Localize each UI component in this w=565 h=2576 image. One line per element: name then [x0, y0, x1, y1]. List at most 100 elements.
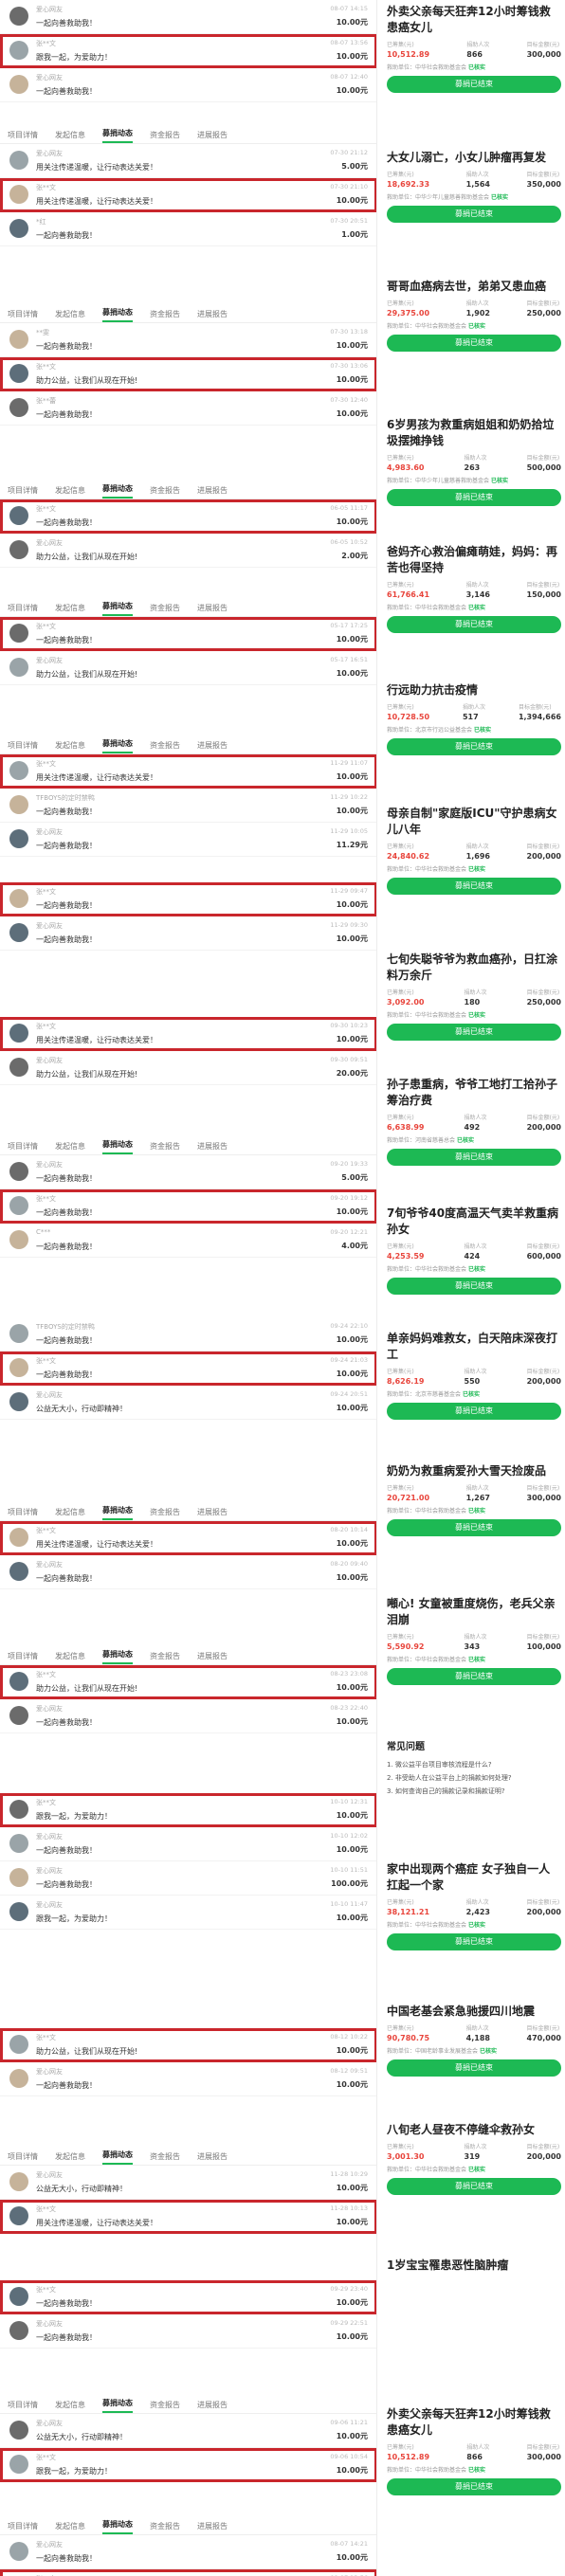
donation-ended-button[interactable]: 募捐已结束 — [387, 76, 561, 93]
donation-row: 爱心网友 一起向善救助我！ 08-23 22:40 10.00元 — [0, 1699, 376, 1733]
faq-item[interactable]: 3. 如何查询自己的捐款记录和捐款证明? — [387, 1785, 561, 1798]
tab-3[interactable]: 资金报告 — [150, 1141, 180, 1154]
tab-2[interactable]: 募捐动态 — [102, 1649, 133, 1664]
donation-amount: 1.00元 — [341, 230, 368, 239]
tab-3[interactable]: 资金报告 — [150, 740, 180, 753]
tab-2[interactable]: 募捐动态 — [102, 601, 133, 616]
donation-amount: 10.00元 — [336, 1914, 368, 1922]
tab-3[interactable]: 资金报告 — [150, 603, 180, 616]
donation-ended-button[interactable]: 募捐已结束 — [387, 2478, 561, 2495]
tab-0[interactable]: 项目详情 — [8, 2521, 38, 2534]
tab-1[interactable]: 发起信息 — [55, 309, 85, 322]
tab-2[interactable]: 募捐动态 — [102, 1505, 133, 1520]
donation-time: 08-12 10:22 — [330, 2033, 368, 2041]
project-card: 单亲妈妈难救女，白天陪床深夜打工 已筹集(元) 8,626.19 捐助人次 550 目标金… — [383, 1327, 565, 1420]
donation-ended-button[interactable]: 募捐已结束 — [387, 206, 561, 223]
tab-0[interactable]: 项目详情 — [8, 1507, 38, 1520]
donation-ended-button[interactable]: 募捐已结束 — [387, 489, 561, 506]
project-stats: 已筹集(元) 20,721.00 捐助人次 1,267 目标金额(元) 300,000 — [383, 1479, 565, 1502]
project-source: 救助单位：中华社会救助基金会 已核实 — [383, 1502, 565, 1515]
tab-3[interactable]: 资金报告 — [150, 130, 180, 143]
tab-4[interactable]: 进展报告 — [197, 603, 228, 616]
tab-2[interactable]: 募捐动态 — [102, 128, 133, 143]
tab-0[interactable]: 项目详情 — [8, 485, 38, 499]
tab-0[interactable]: 项目详情 — [8, 309, 38, 322]
tab-4[interactable]: 进展报告 — [197, 1651, 228, 1664]
tab-3[interactable]: 资金报告 — [150, 485, 180, 499]
highlighted-donation-row: 张**文跟我一起，为爱助力！ 08-07 13:56 10.00元 — [0, 34, 376, 68]
tab-0[interactable]: 项目详情 — [8, 1141, 38, 1154]
project-stats: 已筹集(元) 10,512.89 捐助人次 866 目标金额(元) 300,000 — [383, 36, 565, 59]
donation-message: 一起向善救助我！ — [36, 2554, 97, 2563]
tab-2[interactable]: 募捐动态 — [102, 2150, 133, 2165]
donation-ended-button[interactable]: 募捐已结束 — [387, 738, 561, 755]
tab-4[interactable]: 进展报告 — [197, 2151, 228, 2165]
tab-1[interactable]: 发起信息 — [55, 2400, 85, 2413]
donation-ended-button[interactable]: 募捐已结束 — [387, 1668, 561, 1685]
donation-ended-button[interactable]: 募捐已结束 — [387, 1403, 561, 1420]
tab-3[interactable]: 资金报告 — [150, 2521, 180, 2534]
tab-4[interactable]: 进展报告 — [197, 2521, 228, 2534]
tab-0[interactable]: 项目详情 — [8, 740, 38, 753]
donation-ended-button[interactable]: 募捐已结束 — [387, 878, 561, 895]
tab-2[interactable]: 募捐动态 — [102, 2519, 133, 2534]
tab-3[interactable]: 资金报告 — [150, 2151, 180, 2165]
stat-raised: 已筹集(元) 20,721.00 — [387, 1483, 429, 1502]
tab-3[interactable]: 资金报告 — [150, 2400, 180, 2413]
faq-item[interactable]: 2. 非受助人在公益平台上的捐款如何处理? — [387, 1771, 561, 1785]
avatar — [9, 889, 28, 908]
stat-target: 目标金额(元) 250,000 — [527, 988, 561, 1007]
donation-panel: 张**文 一起向善救助我！ 09-29 23:40 10.00元 爱心网友 一起向善救助我… — [0, 2280, 376, 2349]
donation-row: 爱心网友 用关注传递温暖，让行动表达关爱！ 07-30 21:12 5.00元 — [0, 144, 376, 178]
tab-3[interactable]: 资金报告 — [150, 1507, 180, 1520]
tab-2[interactable]: 募捐动态 — [102, 1139, 133, 1154]
tab-3[interactable]: 资金报告 — [150, 1651, 180, 1664]
tab-1[interactable]: 发起信息 — [55, 2151, 85, 2165]
tab-4[interactable]: 进展报告 — [197, 1507, 228, 1520]
tab-1[interactable]: 发起信息 — [55, 603, 85, 616]
tab-1[interactable]: 发起信息 — [55, 1141, 85, 1154]
verified-badge: 已核实 — [467, 605, 485, 611]
tab-2[interactable]: 募捐动态 — [102, 2398, 133, 2413]
tab-1[interactable]: 发起信息 — [55, 130, 85, 143]
tab-0[interactable]: 项目详情 — [8, 2151, 38, 2165]
project-title: 外卖父亲每天狂奔12小时筹钱救患癌女儿 — [387, 5, 551, 34]
tab-4[interactable]: 进展报告 — [197, 740, 228, 753]
donation-ended-button[interactable]: 募捐已结束 — [387, 335, 561, 352]
tab-4[interactable]: 进展报告 — [197, 130, 228, 143]
donation-ended-button[interactable]: 募捐已结束 — [387, 1519, 561, 1536]
tab-2[interactable]: 募捐动态 — [102, 738, 133, 753]
tab-1[interactable]: 发起信息 — [55, 2521, 85, 2534]
tab-1[interactable]: 发起信息 — [55, 1507, 85, 1520]
tab-0[interactable]: 项目详情 — [8, 130, 38, 143]
donation-ended-button[interactable]: 募捐已结束 — [387, 2178, 561, 2195]
donation-time: 08-12 09:51 — [330, 2067, 368, 2075]
tab-4[interactable]: 进展报告 — [197, 1141, 228, 1154]
tab-1[interactable]: 发起信息 — [55, 485, 85, 499]
donor-name: 爱心网友 — [36, 150, 63, 157]
tab-1[interactable]: 发起信息 — [55, 1651, 85, 1664]
donation-ended-button[interactable]: 募捐已结束 — [387, 1149, 561, 1166]
avatar — [9, 506, 28, 525]
tab-0[interactable]: 项目详情 — [8, 2400, 38, 2413]
stat-value: 1,564 — [465, 180, 490, 189]
tab-3[interactable]: 资金报告 — [150, 309, 180, 322]
tab-0[interactable]: 项目详情 — [8, 1651, 38, 1664]
tab-4[interactable]: 进展报告 — [197, 309, 228, 322]
tab-1[interactable]: 发起信息 — [55, 740, 85, 753]
faq-item[interactable]: 1. 微公益平台项目审核流程是什么? — [387, 1758, 561, 1771]
tab-4[interactable]: 进展报告 — [197, 2400, 228, 2413]
donation-ended-button[interactable]: 募捐已结束 — [387, 616, 561, 633]
stat-value: 3,146 — [465, 590, 490, 599]
tab-0[interactable]: 项目详情 — [8, 603, 38, 616]
project-stats: 已筹集(元) 3,092.00 捐助人次 180 目标金额(元) 250,000 — [383, 984, 565, 1007]
donation-message: 一起向善救助我！ — [36, 2333, 97, 2342]
tab-2[interactable]: 募捐动态 — [102, 307, 133, 322]
donation-ended-button[interactable]: 募捐已结束 — [387, 1024, 561, 1041]
donation-ended-button[interactable]: 募捐已结束 — [387, 1278, 561, 1295]
tab-4[interactable]: 进展报告 — [197, 485, 228, 499]
tab-2[interactable]: 募捐动态 — [102, 483, 133, 499]
donation-ended-button[interactable]: 募捐已结束 — [387, 2059, 561, 2077]
donation-ended-button[interactable]: 募捐已结束 — [387, 1933, 561, 1950]
donation-message: 公益无大小，行动即精神！ — [36, 2433, 127, 2441]
